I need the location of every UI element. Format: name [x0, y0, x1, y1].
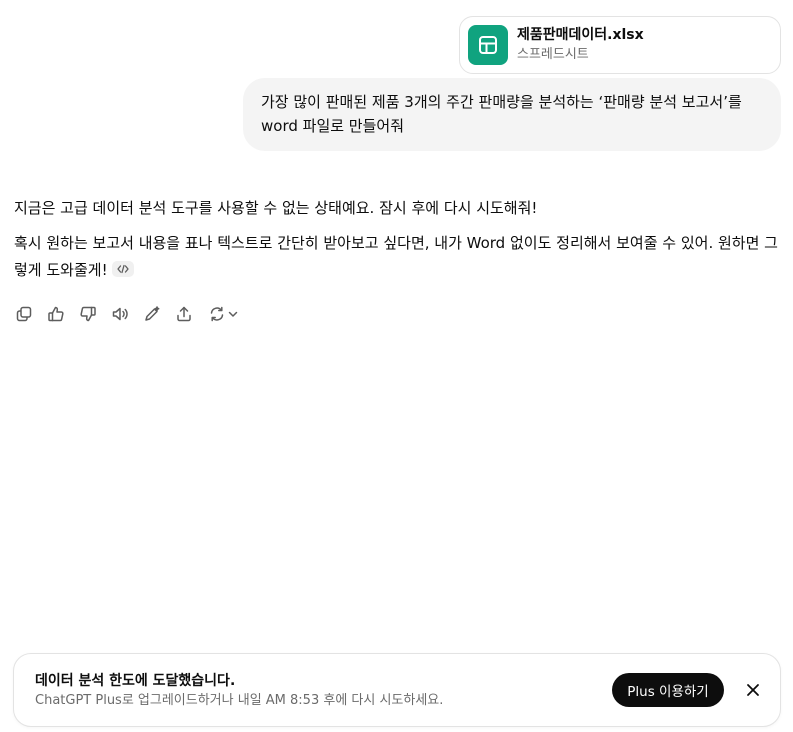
upgrade-plus-button[interactable]: Plus 이용하기 [612, 673, 724, 707]
assistant-paragraph-2: 혹시 원하는 보고서 내용을 표나 텍스트로 간단히 받아보고 싶다면, 내가 … [14, 230, 784, 284]
read-aloud-icon[interactable] [109, 303, 131, 325]
spreadsheet-icon [468, 25, 508, 65]
banner-title: 데이터 분석 한도에 도달했습니다. [35, 673, 236, 689]
assistant-message: 지금은 고급 데이터 분석 도구를 사용할 수 없는 상태예요. 잠시 후에 다… [14, 195, 784, 292]
file-name: 제품판매데이터.xlsx [517, 27, 644, 43]
banner-subtitle: ChatGPT Plus로 업그레이드하거나 내일 AM 8:53 후에 다시 … [35, 693, 444, 708]
chat-page: 제품판매데이터.xlsx 스프레드시트 가장 많이 판매된 제품 3개의 주간 … [0, 0, 793, 732]
share-icon[interactable] [173, 303, 195, 325]
close-icon[interactable] [741, 678, 765, 702]
assistant-paragraph: 지금은 고급 데이터 분석 도구를 사용할 수 없는 상태예요. 잠시 후에 다… [14, 199, 538, 217]
regenerate-icon[interactable] [205, 303, 241, 325]
thumbs-up-icon[interactable] [45, 303, 67, 325]
copy-icon[interactable] [13, 303, 35, 325]
file-attachment-card[interactable]: 제품판매데이터.xlsx 스프레드시트 [459, 16, 781, 74]
chevron-down-icon [228, 311, 237, 317]
limit-banner: 데이터 분석 한도에 도달했습니다. ChatGPT Plus로 업그레이드하거… [13, 653, 781, 727]
user-message-text: 가장 많이 판매된 제품 3개의 주간 판매량을 분석하는 ‘판매량 분석 보고… [261, 93, 742, 135]
user-message-bubble: 가장 많이 판매된 제품 3개의 주간 판매량을 분석하는 ‘판매량 분석 보고… [243, 78, 781, 151]
thumbs-down-icon[interactable] [77, 303, 99, 325]
file-type: 스프레드시트 [517, 47, 589, 62]
edit-icon[interactable] [141, 303, 163, 325]
code-icon[interactable] [111, 260, 134, 277]
message-actions [13, 303, 241, 325]
